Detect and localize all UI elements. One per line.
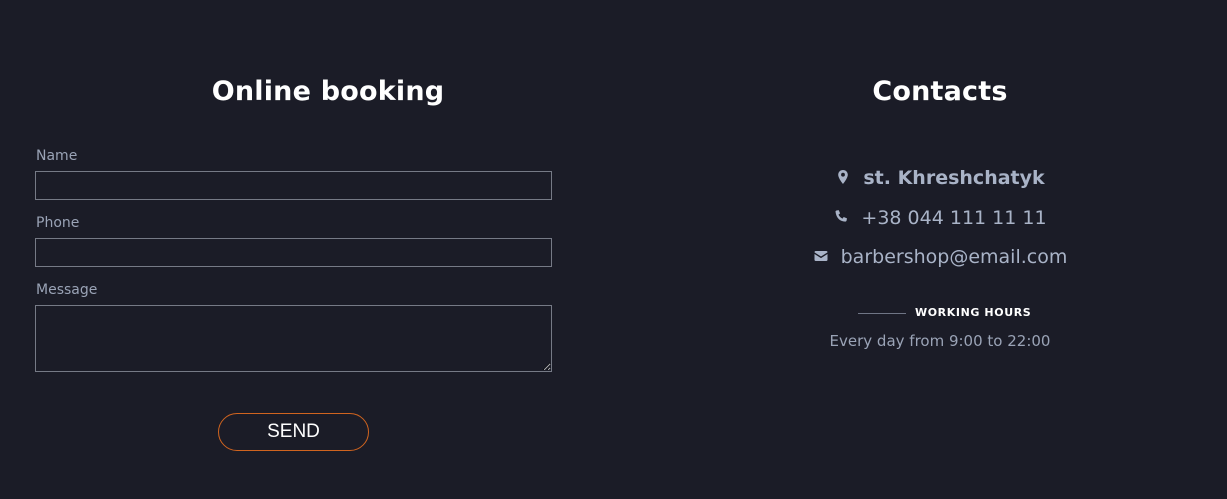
email-row: barbershop@email.com bbox=[640, 246, 1227, 268]
phone-label: Phone bbox=[36, 215, 80, 231]
contacts-title: Contacts bbox=[872, 76, 1008, 107]
booking-title: Online booking bbox=[211, 76, 445, 107]
email-text: barbershop@email.com bbox=[840, 246, 1068, 268]
phone-icon bbox=[835, 210, 848, 222]
working-hours-title: WORKING HOURS bbox=[915, 306, 1032, 319]
name-label: Name bbox=[36, 148, 78, 164]
message-label: Message bbox=[36, 282, 98, 298]
envelope-icon bbox=[814, 251, 828, 261]
phone-input[interactable] bbox=[35, 238, 552, 267]
contacts-section: Contacts st. Khreshchatyk +38 044 111 11… bbox=[640, 0, 1227, 499]
message-textarea[interactable] bbox=[35, 305, 552, 372]
phone-row: +38 044 111 11 11 bbox=[640, 207, 1227, 229]
address-text: st. Khreshchatyk bbox=[863, 167, 1045, 189]
send-button[interactable]: SEND bbox=[218, 413, 369, 451]
working-hours-text: Every day from 9:00 to 22:00 bbox=[829, 332, 1051, 350]
online-booking-section: Online booking Name Phone Message SEND bbox=[0, 0, 600, 499]
map-pin-icon bbox=[838, 170, 849, 184]
address-row: st. Khreshchatyk bbox=[640, 167, 1227, 189]
name-input[interactable] bbox=[35, 171, 552, 200]
hours-divider-line bbox=[858, 313, 906, 314]
phone-text: +38 044 111 11 11 bbox=[861, 207, 1047, 229]
